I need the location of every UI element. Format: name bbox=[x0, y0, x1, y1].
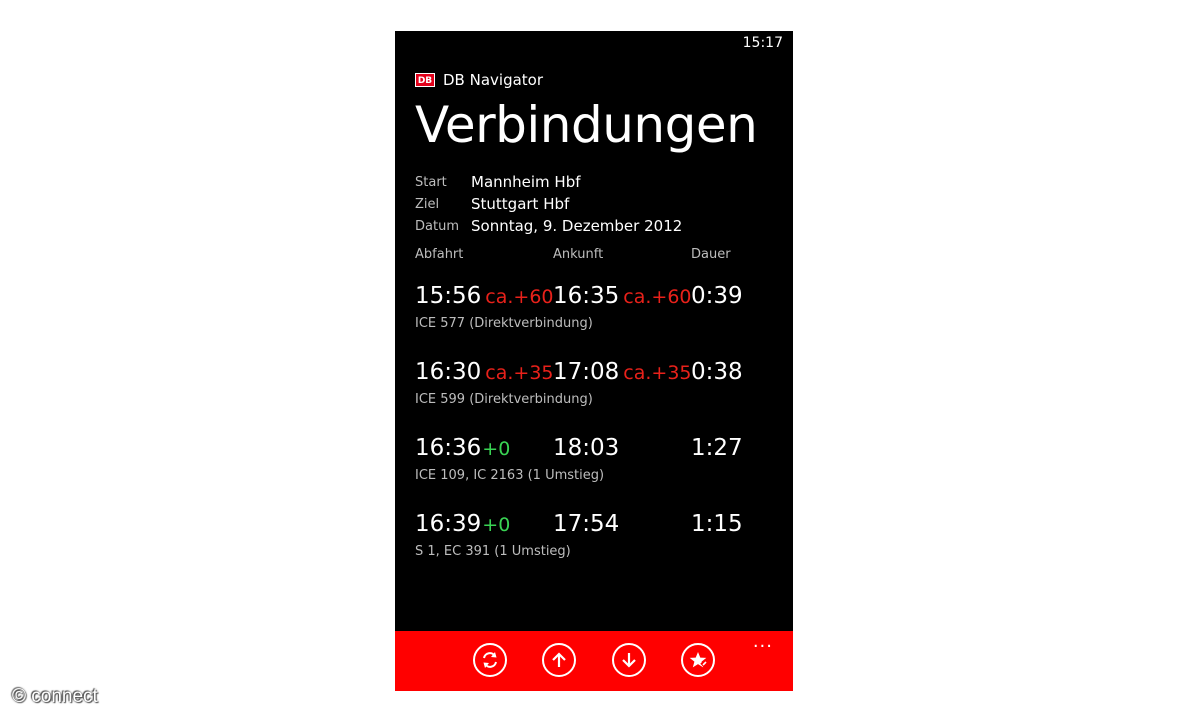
column-headers: Abfahrt Ankunft Dauer bbox=[415, 247, 775, 267]
connection-row[interactable]: 16:39+0 17:54 1:15 S 1, EC 391 (1 Umstie… bbox=[415, 511, 775, 577]
duration-header: Dauer bbox=[691, 247, 731, 262]
arrival-time: 16:35 ca.+60 bbox=[553, 283, 692, 309]
train-info: ICE 599 (Direktverbindung) bbox=[415, 392, 593, 407]
refresh-button[interactable] bbox=[473, 643, 507, 677]
departure-time: 16:36+0 bbox=[415, 435, 511, 461]
arrival-time: 17:54 bbox=[553, 511, 620, 537]
page-title: Verbindungen bbox=[415, 96, 758, 154]
connection-row[interactable]: 15:56 ca.+60 16:35 ca.+60 0:39 ICE 577 (Di… bbox=[415, 283, 775, 349]
ziel-value: Stuttgart Hbf bbox=[471, 195, 570, 213]
refresh-icon bbox=[483, 652, 497, 668]
departure-time: 15:56 ca.+60 bbox=[415, 283, 554, 309]
connection-row[interactable]: 16:36+0 18:03 1:27 ICE 109, IC 2163 (1 U… bbox=[415, 435, 775, 501]
arrival-time: 18:03 bbox=[553, 435, 620, 461]
train-info: ICE 109, IC 2163 (1 Umstieg) bbox=[415, 468, 605, 483]
later-button[interactable] bbox=[612, 643, 646, 677]
departure-delay: ca.+60 bbox=[485, 286, 554, 308]
ziel-row: Ziel Stuttgart Hbf bbox=[415, 193, 775, 215]
train-info: S 1, EC 391 (1 Umstieg) bbox=[415, 544, 571, 559]
datum-value: Sonntag, 9. Dezember 2012 bbox=[471, 217, 683, 235]
more-menu[interactable]: ... bbox=[753, 633, 773, 651]
arrow-down-icon bbox=[622, 653, 636, 668]
query-info: Start Mannheim Hbf Ziel Stuttgart Hbf Da… bbox=[415, 171, 775, 237]
duration: 1:15 bbox=[691, 511, 743, 537]
departure-time: 16:39+0 bbox=[415, 511, 511, 537]
favorite-button[interactable] bbox=[681, 643, 715, 677]
duration: 0:39 bbox=[691, 283, 743, 309]
start-label: Start bbox=[415, 174, 447, 190]
favorite-star-icon bbox=[689, 652, 707, 669]
ziel-label: Ziel bbox=[415, 196, 440, 212]
arrival-time: 17:08 ca.+35 bbox=[553, 359, 692, 385]
connection-row[interactable]: 16:30 ca.+35 17:08 ca.+35 0:38 ICE 599 (Di… bbox=[415, 359, 775, 425]
departure-delay: +0 bbox=[482, 438, 511, 460]
connect-watermark: © connect bbox=[12, 686, 98, 707]
phone-screen: 15:17 DB DB Navigator Verbindungen Start… bbox=[395, 31, 793, 691]
start-row: Start Mannheim Hbf bbox=[415, 171, 775, 193]
earlier-button[interactable] bbox=[542, 643, 576, 677]
app-header: DB DB Navigator bbox=[415, 71, 543, 89]
departure-time: 16:30 ca.+35 bbox=[415, 359, 554, 385]
app-bar: ... bbox=[395, 631, 793, 691]
screenshot-canvas: 15:17 DB DB Navigator Verbindungen Start… bbox=[0, 0, 1200, 720]
app-name: DB Navigator bbox=[443, 71, 544, 89]
arrival-delay: ca.+60 bbox=[623, 286, 692, 308]
duration: 1:27 bbox=[691, 435, 743, 461]
datum-label: Datum bbox=[415, 218, 459, 234]
departure-delay: ca.+35 bbox=[485, 362, 554, 384]
db-logo-icon: DB bbox=[415, 73, 435, 87]
arrival-delay: ca.+35 bbox=[623, 362, 692, 384]
status-clock: 15:17 bbox=[742, 35, 783, 51]
train-info: ICE 577 (Direktverbindung) bbox=[415, 316, 593, 331]
datum-row: Datum Sonntag, 9. Dezember 2012 bbox=[415, 215, 775, 237]
departure-delay: +0 bbox=[482, 514, 511, 536]
start-value: Mannheim Hbf bbox=[471, 173, 581, 191]
duration: 0:38 bbox=[691, 359, 743, 385]
arrow-up-icon bbox=[552, 652, 566, 667]
arrival-header: Ankunft bbox=[553, 247, 604, 262]
departure-header: Abfahrt bbox=[415, 247, 464, 262]
